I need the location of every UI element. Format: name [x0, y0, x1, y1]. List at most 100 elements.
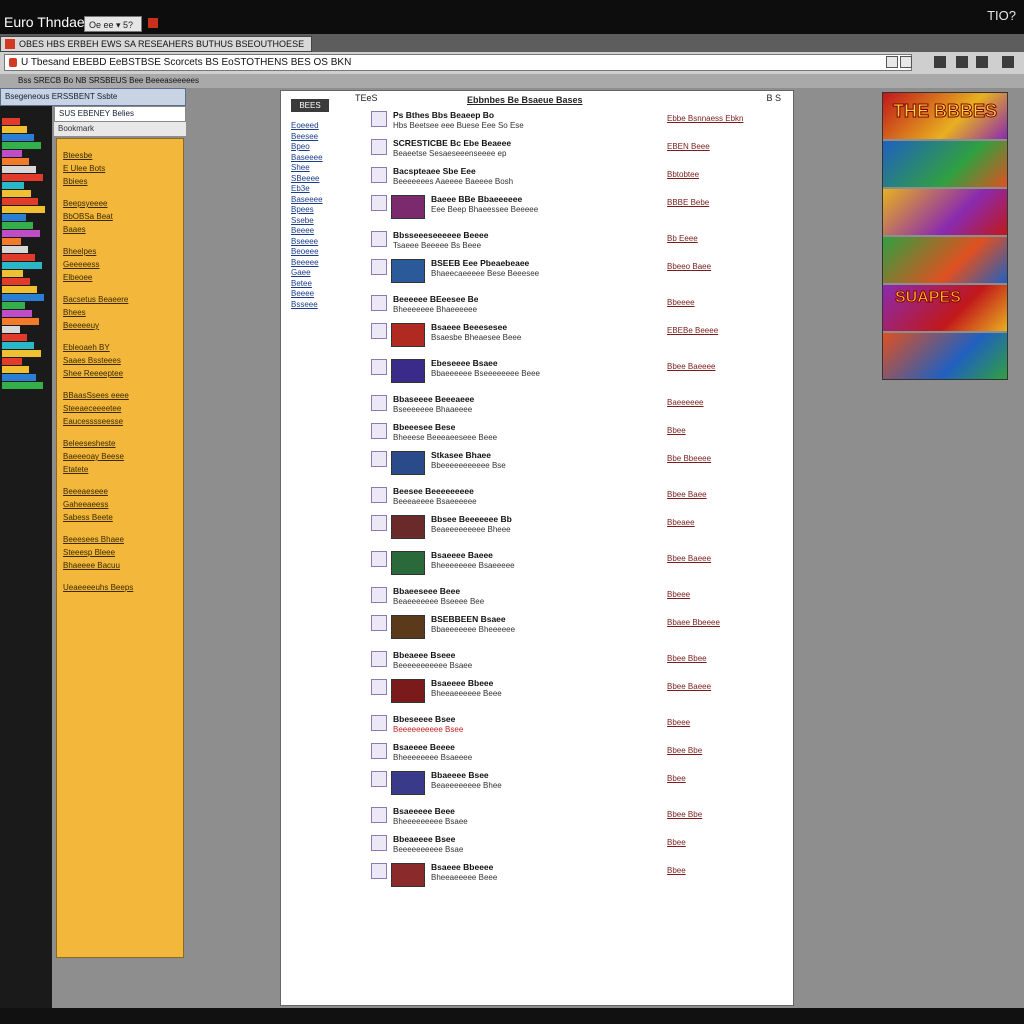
row-category[interactable]: EBEBe Beeee	[667, 326, 718, 335]
row-category[interactable]: Bbaee Bbeeee	[667, 618, 720, 627]
row-category[interactable]: Bbee	[667, 774, 686, 783]
sidebar-link[interactable]: Elbeoee	[63, 273, 179, 283]
nav-link[interactable]: Shee	[291, 163, 335, 174]
row-title[interactable]: Bsaeeee Bbeee	[431, 678, 493, 688]
sidebar-link[interactable]: Eaucesssseesse	[63, 417, 179, 427]
row-category[interactable]: Bbee Baeeee	[667, 362, 716, 371]
list-item[interactable]: Bbaeeseee Beee Beaeeeeeee Bseeee Bee Bbeee	[371, 585, 781, 613]
row-category[interactable]: Bbee	[667, 866, 686, 875]
sidebar-link[interactable]: Shee Reeeeptee	[63, 369, 179, 379]
row-title[interactable]: BSEBBEEN Bsaee	[431, 614, 506, 624]
extensions-icon[interactable]	[976, 56, 988, 68]
list-item[interactable]: Bsaeeee Beeee Bheeeeeeee Bsaeeee Bbee Bbe	[371, 741, 781, 769]
nav-link[interactable]: Beoeee	[291, 247, 335, 258]
row-category[interactable]: Baeeeeee	[667, 398, 703, 407]
row-title[interactable]: Bbeseeee Bsee	[393, 714, 455, 724]
thumbnail[interactable]	[391, 551, 425, 575]
address-input[interactable]: U Tbesand EBEBD EeBSTBSE Scorcets BS EoS…	[4, 54, 912, 71]
list-item[interactable]: BSEBBEEN Bsaee Bbaeeeeeee Bheeeeee Bbaee B…	[371, 613, 781, 649]
row-title[interactable]: SCRESTICBE Bc Ebe Beaeee	[393, 138, 511, 148]
row-title[interactable]: Bbsee Beeeeeee Bb	[431, 514, 512, 524]
row-category[interactable]: Bbeeo Baee	[667, 262, 711, 271]
thumbnail[interactable]	[391, 679, 425, 703]
row-title[interactable]: Bbeaeee Bseee	[393, 650, 455, 660]
breadcrumb[interactable]: TEeS	[355, 93, 378, 103]
sidebar-link[interactable]: Gaheeaeess	[63, 500, 179, 510]
list-item[interactable]: Bbsseeeseeeeee Beeee Tsaeee Beeeee Bs Bee…	[371, 229, 781, 257]
nav-link[interactable]: Bpees	[291, 205, 335, 216]
row-category[interactable]: EBEN Beee	[667, 142, 710, 151]
browser-tab[interactable]: OBES HBS ERBEH EWS SA RESEAHERS BUTHUS B…	[0, 36, 312, 52]
list-item[interactable]: Bbaeeee Bsee Beaeeeeeeee Bhee Bbee	[371, 769, 781, 805]
sidebar-link[interactable]: Saaes Bssteees	[63, 356, 179, 366]
list-item[interactable]: Bbeeesee Bese Bheeese Beeeaeeseee Beee Bbe…	[371, 421, 781, 449]
row-title[interactable]: Bsaeeee Baeee	[431, 550, 493, 560]
list-item[interactable]: BSEEB Eee Pbeaebeaee Bhaeecaeeeee Bese Be…	[371, 257, 781, 293]
row-category[interactable]: Bbee Baeee	[667, 682, 711, 691]
row-title[interactable]: Bsaeeee Beeee	[393, 742, 455, 752]
row-title[interactable]: Bbsseeeseeeeee Beeee	[393, 230, 488, 240]
sidebar-link[interactable]: Ueaeeeeuhs Beeps	[63, 583, 179, 593]
nav-link[interactable]: Beeee	[291, 289, 335, 300]
row-title[interactable]: Bbaseeee Beeeaeee	[393, 394, 474, 404]
row-category[interactable]: Bbeee	[667, 718, 690, 727]
thumbnail[interactable]	[391, 771, 425, 795]
bookmark-star-icon[interactable]	[900, 56, 912, 68]
sidebar-link[interactable]: Bteesbe	[63, 151, 179, 161]
sidebar-link[interactable]: Bbiees	[63, 177, 179, 187]
list-item[interactable]: Ps Bthes Bbs Beaeep Bo Hbs Beetsee eee Bu…	[371, 109, 781, 137]
list-item[interactable]: Bbsee Beeeeeee Bb Beaeeeeeeeee Bheee Bbeae…	[371, 513, 781, 549]
nav-link[interactable]: Eoeeed	[291, 121, 335, 132]
sidebar-link[interactable]: Beeeaeseee	[63, 487, 179, 497]
row-title[interactable]: Bbeeesee Bese	[393, 422, 455, 432]
list-item[interactable]: Bacspteaee Sbe Eee Beeeeeees Aaeeee Baeee…	[371, 165, 781, 193]
nav-link[interactable]: Ssebe	[291, 216, 335, 227]
row-category[interactable]: Bbee Bbe	[667, 746, 702, 755]
row-category[interactable]: Bbtobtee	[667, 170, 699, 179]
thumbnail[interactable]	[391, 451, 425, 475]
sidebar-link[interactable]: Bhees	[63, 308, 179, 318]
row-title[interactable]: Stkasee Bhaee	[431, 450, 491, 460]
sidebar-link[interactable]: E Ulee Bots	[63, 164, 179, 174]
sidebar-link[interactable]: Sabess Beete	[63, 513, 179, 523]
sidebar-link[interactable]: Baaes	[63, 225, 179, 235]
menu-icon[interactable]	[1002, 56, 1014, 68]
row-title[interactable]: Bacspteaee Sbe Eee	[393, 166, 476, 176]
sidebar-link[interactable]: Beleesesheste	[63, 439, 179, 449]
list-item[interactable]: Baeee BBe Bbaeeeeee Eee Beep Bhaeessee Be…	[371, 193, 781, 229]
row-title[interactable]: Baeee BBe Bbaeeeeee	[431, 194, 522, 204]
list-item[interactable]: SCRESTICBE Bc Ebe Beaeee Beaeetse Sesaese…	[371, 137, 781, 165]
row-title[interactable]: Bsaeee Bbeeee	[431, 862, 493, 872]
nav-link[interactable]: Baseeee	[291, 153, 335, 164]
row-category[interactable]: Bbeaee	[667, 518, 695, 527]
row-title[interactable]: Bbeaeeee Bsee	[393, 834, 455, 844]
sidebar-link[interactable]: Geeeeess	[63, 260, 179, 270]
page-title[interactable]: Ebbnbes Be Bsaeue Bases	[467, 95, 583, 105]
sidebar-link[interactable]: Bhaeeee Bacuu	[63, 561, 179, 571]
sidebar-link[interactable]: BbOBSa Beat	[63, 212, 179, 222]
sidebar-link[interactable]: Steeaeceeeetee	[63, 404, 179, 414]
row-category[interactable]: Bbeee	[667, 590, 690, 599]
nav-link[interactable]: Beeee	[291, 226, 335, 237]
list-item[interactable]: Stkasee Bhaee Bbeeeeeeeeeee Bse Bbe Bbeeee	[371, 449, 781, 485]
row-title[interactable]: Bbaeeseee Beee	[393, 586, 460, 596]
thumbnail[interactable]	[391, 863, 425, 887]
row-category[interactable]: Bbee Baee	[667, 490, 707, 499]
bookmarks-bar[interactable]: Bss SRECB Bo NB SRSBEUS Bee Beeeaseeeees	[0, 74, 1024, 88]
list-item[interactable]: Bbeaeeee Bsee Beeeeeeeeee Bsae Bbee	[371, 833, 781, 861]
sidebar-link[interactable]: Etatete	[63, 465, 179, 475]
row-title[interactable]: Bsaeeeee Beee	[393, 806, 455, 816]
list-item[interactable]: Bbeaeee Bseee Beeeeeeeeeee Bsaee Bbee Bbee	[371, 649, 781, 677]
row-title[interactable]: Beesee Beeeeeeeee	[393, 486, 474, 496]
list-item[interactable]: Bsaeee Beeesesee Bsaesbe Bheaesee Beee EBE…	[371, 321, 781, 357]
list-item[interactable]: Bsaeee Bbeeee Bheeaeeeee Beee Bbee	[371, 861, 781, 897]
row-category[interactable]: Bbee Baeee	[667, 554, 711, 563]
list-item[interactable]: Beesee Beeeeeeeee Beeeaeeee Bsaeeeeee Bbee…	[371, 485, 781, 513]
sidebar-link[interactable]: Bheelpes	[63, 247, 179, 257]
nav-link[interactable]: Eb3e	[291, 184, 335, 195]
row-category[interactable]: Bbee	[667, 838, 686, 847]
nav-link[interactable]: Gaee	[291, 268, 335, 279]
row-category[interactable]: Bbee	[667, 426, 686, 435]
reader-icon[interactable]	[886, 56, 898, 68]
row-title[interactable]: Bsaeee Beeesesee	[431, 322, 507, 332]
